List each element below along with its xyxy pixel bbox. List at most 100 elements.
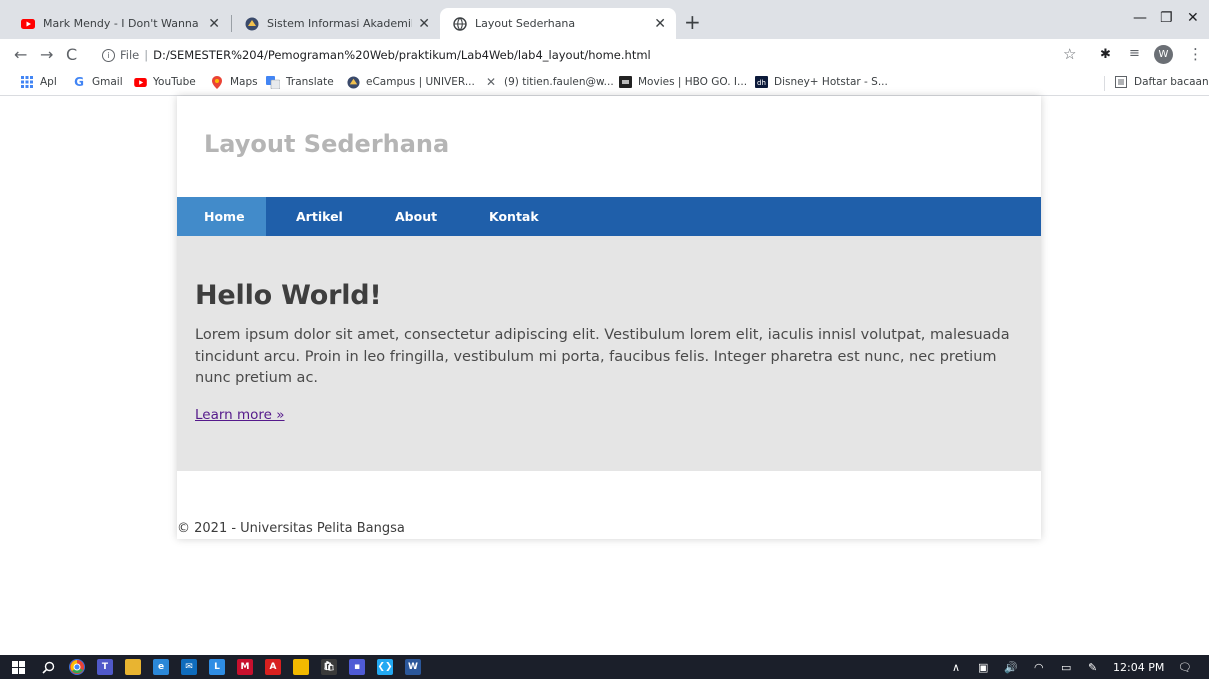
new-tab-button[interactable]: + [684, 12, 701, 32]
learn-more-link[interactable]: Learn more » [195, 407, 285, 423]
battery-icon[interactable]: ▭ [1061, 661, 1071, 674]
bookmark-hbo[interactable]: Movies | HBO GO. I... [618, 75, 747, 89]
reading-list-button[interactable]: Daftar bacaan [1114, 75, 1209, 89]
campus-icon [245, 17, 259, 31]
bookmark-label: Movies | HBO GO. I... [638, 76, 748, 88]
store-app-icon[interactable]: 🛍 [321, 659, 337, 675]
pen-icon[interactable]: ✎ [1088, 661, 1097, 674]
bookmark-ecampus[interactable]: eCampus | UNIVER... [346, 75, 475, 89]
bookmark-translate[interactable]: Translate [266, 75, 334, 89]
bookmark-star-icon[interactable]: ☆ [1063, 45, 1076, 63]
reading-list-icon [1114, 75, 1128, 89]
tray-chevron-up-icon[interactable]: ∧ [952, 661, 960, 674]
hbo-icon [618, 75, 632, 89]
nav-kontak[interactable]: Kontak [453, 197, 539, 236]
blue-app-icon[interactable]: L [209, 659, 225, 675]
chrome-app-icon[interactable] [69, 659, 85, 675]
main-nav: Home Artikel About Kontak [177, 197, 1041, 236]
bookmark-label: YouTube [153, 76, 196, 88]
bookmarks-bar: Apl G Gmail YouTube Maps Translate eCamp… [0, 71, 1209, 96]
edge-app-icon[interactable]: e [153, 659, 169, 675]
forward-arrow-icon[interactable]: → [40, 45, 53, 64]
svg-text:dh: dh [757, 79, 766, 87]
bookmark-label: Apl [40, 76, 57, 88]
hero-paragraph: Lorem ipsum dolor sit amet, consectetur … [195, 327, 1010, 386]
site-header: Layout Sederhana [177, 96, 1041, 197]
volume-icon[interactable]: 🔊 [1004, 661, 1018, 674]
apps-grid-icon [20, 75, 34, 89]
close-tab-icon[interactable]: ✕ [654, 16, 666, 32]
tray-device-icon[interactable]: ▣ [978, 661, 988, 674]
hotstar-icon: dh [754, 75, 768, 89]
bookmark-label: Translate [286, 76, 334, 88]
menu-kebab-icon[interactable]: ⋮ [1188, 45, 1203, 63]
notification-icon[interactable]: 🗨 [1178, 661, 1192, 674]
tab-sistem-informasi[interactable]: Sistem Informasi Akademik ✕ [232, 8, 440, 39]
bookmark-apl[interactable]: Apl [20, 75, 57, 89]
acrobat-app-icon[interactable]: A [265, 659, 281, 675]
extensions-puzzle-icon[interactable]: ✱ [1100, 47, 1111, 62]
windows-start-icon[interactable] [10, 659, 26, 675]
translate-icon [266, 75, 280, 89]
hero-section: Hello World! Lorem ipsum dolor sit amet,… [177, 236, 1041, 471]
bookmark-label: (9) titien.faulen@w... [504, 76, 614, 88]
back-arrow-icon[interactable]: ← [14, 45, 27, 64]
teams-app-icon[interactable]: T [97, 659, 113, 675]
bookmark-mail[interactable]: ✕ (9) titien.faulen@w... [484, 75, 614, 89]
vscode-app-icon[interactable]: ❮❯ [377, 659, 393, 675]
tab-title: Mark Mendy - I Don't Wanna Be [43, 17, 203, 30]
address-bar[interactable]: i File | D:/SEMESTER%204/Pemograman%20We… [102, 43, 1092, 67]
bookmark-maps[interactable]: Maps [210, 75, 258, 89]
close-tab-icon[interactable]: ✕ [208, 16, 220, 32]
bookmark-gmail[interactable]: G Gmail [72, 75, 123, 89]
windows-taskbar: T e ✉ L M A 🛍 ▪ ❮❯ W ∧ ▣ 🔊 ◠ ▭ ✎ 12:04 P… [0, 655, 1209, 679]
hero-heading: Hello World! [195, 280, 382, 311]
nav-artikel[interactable]: Artikel [266, 197, 363, 236]
bookmarks-divider [1104, 76, 1105, 91]
scheme-label: File [120, 48, 140, 62]
site-footer: © 2021 - Universitas Pelita Bangsa [177, 521, 405, 536]
file-explorer-icon[interactable] [125, 659, 141, 675]
youtube-icon [133, 75, 147, 89]
mcafee-app-icon[interactable]: M [237, 659, 253, 675]
close-window-icon[interactable]: ✕ [1187, 10, 1199, 26]
mail-app-icon[interactable]: ✉ [181, 659, 197, 675]
minimize-icon[interactable]: — [1133, 10, 1147, 26]
campus-icon [346, 75, 360, 89]
reading-list-icon[interactable]: ≡ [1129, 46, 1140, 61]
close-tab-icon[interactable]: ✕ [418, 16, 430, 32]
nav-home[interactable]: Home [177, 197, 266, 236]
restore-icon[interactable]: ❐ [1160, 10, 1173, 26]
address-url[interactable]: D:/SEMESTER%204/Pemograman%20Web/praktik… [153, 48, 651, 62]
address-divider: | [144, 48, 149, 62]
search-icon[interactable] [40, 659, 56, 675]
wifi-icon[interactable]: ◠ [1034, 661, 1044, 674]
site-title: Layout Sederhana [204, 130, 450, 158]
word-app-icon[interactable]: W [405, 659, 421, 675]
nav-about[interactable]: About [363, 197, 453, 236]
bookmark-hotstar[interactable]: dh Disney+ Hotstar - S... [754, 75, 888, 89]
info-icon[interactable]: i [102, 48, 115, 62]
browser-tab-strip: Mark Mendy - I Don't Wanna Be ✕ Sistem I… [0, 0, 1209, 39]
video-app-icon[interactable]: ▪ [349, 659, 365, 675]
web-page: Layout Sederhana Home Artikel About Kont… [0, 96, 1209, 655]
youtube-icon [21, 17, 35, 31]
bookmark-youtube[interactable]: YouTube [133, 75, 196, 89]
bookmark-label: Gmail [92, 76, 123, 88]
reload-icon[interactable]: C [66, 45, 77, 64]
sticky-notes-icon[interactable] [293, 659, 309, 675]
tab-title: Sistem Informasi Akademik [267, 17, 413, 30]
browser-toolbar: ← → C i File | D:/SEMESTER%204/Pemograma… [0, 39, 1209, 71]
bookmark-label: Disney+ Hotstar - S... [774, 76, 888, 88]
tab-youtube[interactable]: Mark Mendy - I Don't Wanna Be ✕ [8, 8, 230, 39]
tab-layout-sederhana[interactable]: Layout Sederhana ✕ [440, 8, 676, 39]
bookmark-label: eCampus | UNIVER... [366, 76, 475, 88]
tab-title: Layout Sederhana [475, 17, 576, 30]
globe-icon [453, 16, 467, 31]
google-icon: G [74, 75, 84, 89]
taskbar-clock[interactable]: 12:04 PM [1113, 661, 1164, 674]
profile-avatar[interactable]: W [1154, 45, 1173, 64]
mail-icon: ✕ [485, 75, 497, 89]
maps-pin-icon [210, 75, 224, 89]
page-container: Layout Sederhana Home Artikel About Kont… [177, 96, 1041, 539]
